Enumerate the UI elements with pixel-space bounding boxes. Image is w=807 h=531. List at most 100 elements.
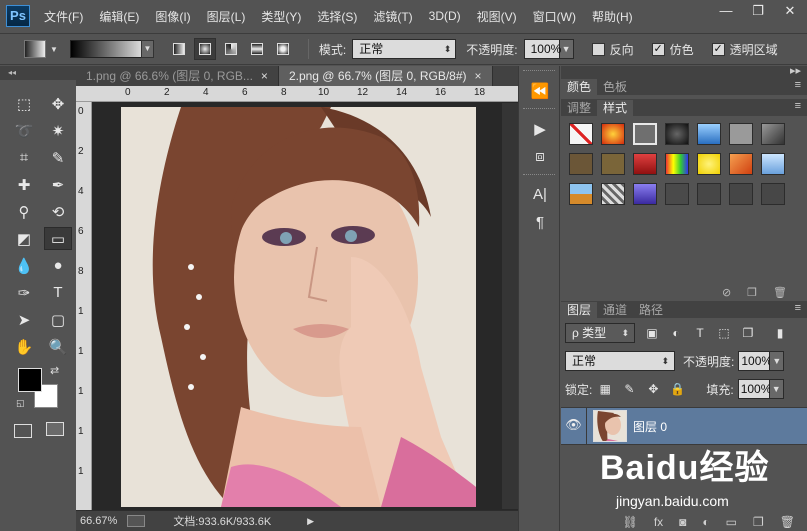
pen-tool-icon[interactable]: ✑: [10, 281, 38, 304]
blur-tool-icon[interactable]: 💧: [10, 254, 38, 277]
tab-color[interactable]: 颜色: [561, 79, 598, 95]
menu-edit[interactable]: 编辑(E): [99, 8, 139, 25]
collapse-toolbox-icon[interactable]: ◂◂: [0, 66, 76, 80]
dodge-tool-icon[interactable]: ●: [44, 254, 72, 277]
healing-brush-tool-icon[interactable]: ✚: [10, 173, 38, 196]
filter-toggle[interactable]: ▮: [773, 326, 787, 340]
blend-mode-select[interactable]: 正常 ⬍: [565, 351, 675, 371]
panel-menu-icon[interactable]: ≡: [795, 100, 801, 112]
style-swatch[interactable]: [665, 183, 689, 205]
menu-filter[interactable]: 滤镜(T): [373, 8, 412, 25]
chevron-down-icon[interactable]: ▼: [559, 39, 574, 59]
opacity-input[interactable]: 100%: [523, 39, 561, 59]
transparency-checkbox[interactable]: ✓: [711, 42, 725, 56]
radial-gradient-button[interactable]: [193, 38, 216, 60]
zoom-level[interactable]: 66.67%: [80, 515, 117, 527]
gradient-tool-icon[interactable]: ▭: [44, 227, 72, 250]
dither-option[interactable]: ✓ 仿色: [651, 41, 700, 58]
canvas-image[interactable]: [121, 107, 476, 507]
dock-grip[interactable]: [523, 174, 555, 180]
tab-swatches[interactable]: 色板: [597, 79, 633, 95]
tab-document-2[interactable]: 2.png @ 66.7% (图层 0, RGB/8#) ×: [278, 66, 493, 86]
eraser-tool-icon[interactable]: ◩: [10, 227, 38, 250]
fill-input[interactable]: 100%: [737, 379, 771, 399]
menu-image[interactable]: 图像(I): [155, 8, 190, 25]
tab-document-1[interactable]: 1.png @ 66.6% (图层 0, RGB... ×: [76, 66, 279, 86]
menu-window[interactable]: 窗口(W): [533, 8, 576, 25]
style-swatch[interactable]: [761, 183, 785, 205]
rectangle-tool-icon[interactable]: ▢: [44, 308, 72, 331]
gradient-picker[interactable]: ▼: [69, 40, 154, 58]
lock-all-icon[interactable]: 🔒: [670, 382, 685, 396]
menu-layer[interactable]: 图层(L): [207, 8, 246, 25]
image-filter-icon[interactable]: ▣: [645, 326, 659, 340]
path-selection-tool-icon[interactable]: ➤: [10, 308, 38, 331]
style-swatch[interactable]: [729, 153, 753, 175]
foreground-color[interactable]: [18, 368, 42, 392]
tab-styles[interactable]: 样式: [597, 100, 634, 116]
brush-tool-icon[interactable]: ✒: [44, 173, 72, 196]
mode-select[interactable]: 正常 ⬍: [352, 39, 457, 59]
transparency-option[interactable]: ✓ 透明区域: [711, 41, 784, 58]
eyedropper-tool-icon[interactable]: ✎: [44, 146, 72, 169]
3d-panel-icon[interactable]: ⧈: [527, 148, 553, 170]
reverse-option[interactable]: 反向: [591, 41, 640, 58]
dock-grip[interactable]: [523, 108, 555, 114]
type-tool-icon[interactable]: T: [44, 281, 72, 304]
adjustment-filter-icon[interactable]: ◐: [669, 326, 683, 340]
status-icon[interactable]: [127, 515, 146, 527]
restore-button[interactable]: ❐: [747, 3, 769, 21]
style-swatch[interactable]: [569, 123, 593, 145]
layer-opacity-input[interactable]: 100%: [738, 351, 772, 371]
minimize-button[interactable]: —: [715, 3, 737, 21]
style-swatch[interactable]: [761, 123, 785, 145]
style-swatch[interactable]: [697, 153, 721, 175]
screen-mode-icon[interactable]: [46, 422, 64, 436]
chevron-down-icon[interactable]: ▼: [769, 379, 784, 399]
vertical-scrollbar[interactable]: [502, 103, 518, 509]
tool-preset-picker[interactable]: [24, 40, 46, 58]
reverse-checkbox[interactable]: [591, 42, 605, 56]
layer-filter-select[interactable]: ρ 类型 ⬍: [565, 323, 635, 343]
character-panel-icon[interactable]: A|: [527, 186, 553, 208]
close-icon[interactable]: ×: [475, 69, 482, 83]
history-brush-tool-icon[interactable]: ⟲: [44, 200, 72, 223]
lasso-tool-icon[interactable]: ➰: [10, 119, 38, 142]
panel-menu-icon[interactable]: ≡: [795, 79, 801, 91]
actions-panel-icon[interactable]: ▶: [527, 120, 553, 142]
paragraph-panel-icon[interactable]: ¶: [527, 214, 553, 236]
play-icon[interactable]: ▶: [307, 516, 314, 527]
move-tool-icon[interactable]: ✥: [44, 92, 72, 115]
lock-transparent-icon[interactable]: ▦: [598, 382, 612, 396]
menu-3d[interactable]: 3D(D): [429, 9, 461, 23]
linear-gradient-button[interactable]: [168, 38, 190, 60]
chevron-down-icon[interactable]: ▼: [140, 40, 154, 58]
smart-object-filter-icon[interactable]: ❐: [741, 326, 755, 340]
panel-menu-icon[interactable]: ≡: [795, 302, 801, 314]
style-swatch[interactable]: [697, 123, 721, 145]
angle-gradient-button[interactable]: [220, 38, 242, 60]
style-swatch[interactable]: [633, 153, 657, 175]
menu-help[interactable]: 帮助(H): [592, 8, 633, 25]
menu-type[interactable]: 类型(Y): [261, 8, 301, 25]
expand-panels-icon[interactable]: ▸▸: [790, 64, 801, 77]
chevron-down-icon[interactable]: ▼: [50, 45, 58, 54]
style-swatch[interactable]: [697, 183, 721, 205]
clear-style-icon[interactable]: ⊘: [722, 286, 731, 299]
marquee-tool-icon[interactable]: ⬚: [10, 92, 38, 115]
tab-adjustments[interactable]: 调整: [561, 100, 597, 116]
type-filter-icon[interactable]: T: [693, 326, 707, 340]
lock-position-icon[interactable]: ✥: [646, 382, 660, 396]
style-swatch[interactable]: [601, 183, 625, 205]
swap-colors-icon[interactable]: ⇄: [50, 364, 59, 377]
close-icon[interactable]: ×: [261, 69, 268, 83]
lock-image-icon[interactable]: ✎: [622, 382, 636, 396]
tab-layers[interactable]: 图层: [561, 302, 598, 318]
reflected-gradient-button[interactable]: [246, 38, 268, 60]
tab-paths[interactable]: 路径: [633, 302, 669, 318]
menu-view[interactable]: 视图(V): [477, 8, 517, 25]
default-colors-icon[interactable]: ◱: [16, 398, 25, 409]
layer-thumbnail[interactable]: [593, 410, 627, 442]
style-swatch[interactable]: [601, 123, 625, 145]
style-swatch[interactable]: [729, 123, 753, 145]
